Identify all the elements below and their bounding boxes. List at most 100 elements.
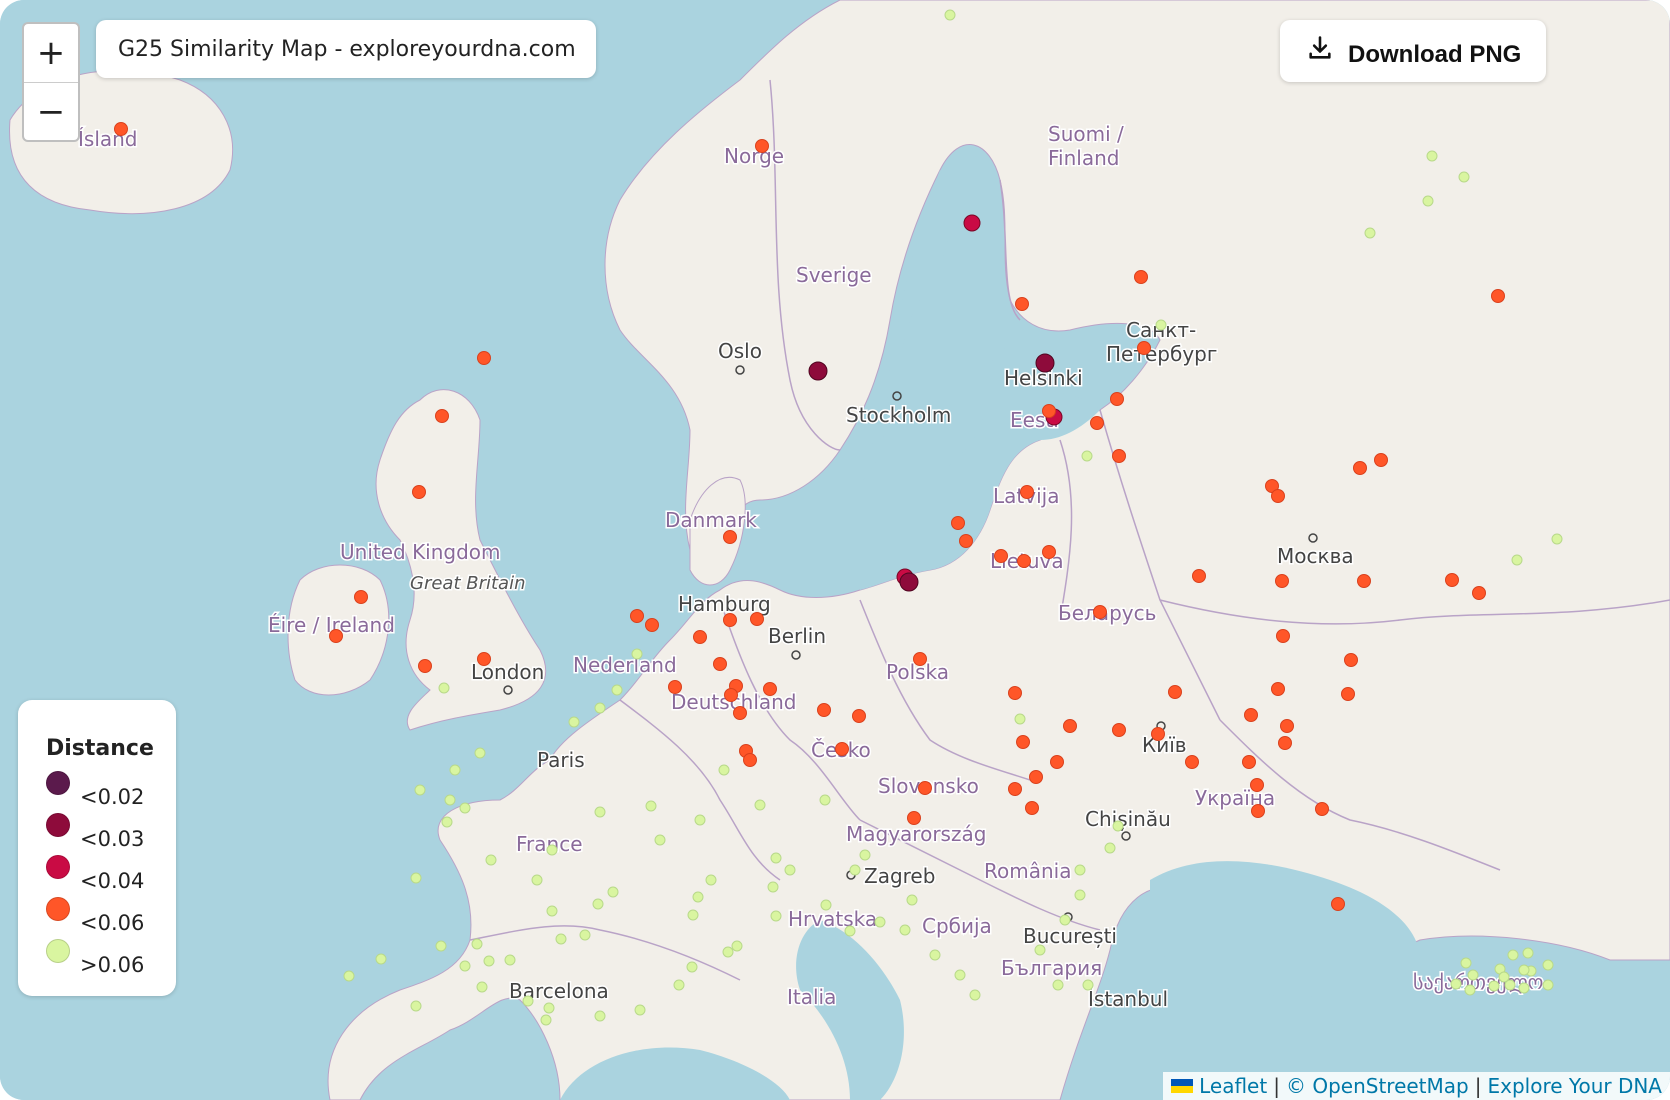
similarity-marker[interactable] — [1542, 959, 1554, 971]
similarity-marker[interactable] — [1082, 979, 1094, 991]
similarity-marker[interactable] — [435, 940, 447, 952]
similarity-marker[interactable] — [1017, 554, 1031, 568]
similarity-marker[interactable] — [522, 995, 534, 1007]
similarity-marker[interactable] — [1050, 755, 1064, 769]
similarity-marker[interactable] — [694, 814, 706, 826]
similarity-marker[interactable] — [1364, 227, 1376, 239]
similarity-marker[interactable] — [543, 1002, 555, 1014]
similarity-marker[interactable] — [607, 886, 619, 898]
similarity-marker[interactable] — [631, 648, 643, 660]
similarity-marker[interactable] — [1518, 964, 1530, 976]
similarity-marker[interactable] — [477, 652, 491, 666]
similarity-marker[interactable] — [743, 753, 757, 767]
similarity-marker[interactable] — [1450, 978, 1462, 990]
similarity-marker[interactable] — [1426, 150, 1438, 162]
similarity-marker[interactable] — [693, 630, 707, 644]
similarity-marker[interactable] — [1374, 453, 1388, 467]
similarity-marker[interactable] — [906, 894, 918, 906]
similarity-marker[interactable] — [820, 899, 832, 911]
similarity-marker[interactable] — [1472, 586, 1486, 600]
similarity-marker[interactable] — [1059, 914, 1071, 926]
map-tiles[interactable]: Ísland Norge Suomi / Finland Sverige Osl… — [0, 0, 1670, 1100]
similarity-marker[interactable] — [1271, 682, 1285, 696]
similarity-marker[interactable] — [459, 802, 471, 814]
similarity-marker[interactable] — [1445, 573, 1459, 587]
similarity-marker[interactable] — [733, 706, 747, 720]
similarity-marker[interactable] — [555, 933, 567, 945]
similarity-marker[interactable] — [819, 794, 831, 806]
similarity-marker[interactable] — [1034, 944, 1046, 956]
similarity-marker[interactable] — [1074, 889, 1086, 901]
similarity-marker[interactable] — [449, 764, 461, 776]
similarity-marker[interactable] — [1341, 687, 1355, 701]
similarity-marker[interactable] — [1110, 392, 1124, 406]
similarity-marker[interactable] — [755, 139, 769, 153]
similarity-marker[interactable] — [844, 925, 856, 937]
similarity-marker[interactable] — [750, 612, 764, 626]
similarity-marker[interactable] — [808, 361, 828, 381]
similarity-marker[interactable] — [1518, 982, 1530, 994]
similarity-marker[interactable] — [1112, 449, 1126, 463]
similarity-marker[interactable] — [1025, 801, 1039, 815]
similarity-marker[interactable] — [1014, 713, 1026, 725]
similarity-marker[interactable] — [817, 703, 831, 717]
similarity-marker[interactable] — [594, 1010, 606, 1022]
similarity-marker[interactable] — [418, 659, 432, 673]
similarity-marker[interactable] — [859, 849, 871, 861]
map-container[interactable]: Ísland Norge Suomi / Finland Sverige Osl… — [0, 0, 1670, 1100]
similarity-marker[interactable] — [1344, 653, 1358, 667]
similarity-marker[interactable] — [435, 409, 449, 423]
similarity-marker[interactable] — [410, 872, 422, 884]
similarity-marker[interactable] — [1155, 319, 1167, 331]
similarity-marker[interactable] — [1112, 820, 1124, 832]
similarity-marker[interactable] — [1276, 629, 1290, 643]
similarity-marker[interactable] — [1093, 605, 1107, 619]
similarity-marker[interactable] — [767, 881, 779, 893]
similarity-marker[interactable] — [594, 806, 606, 818]
similarity-marker[interactable] — [1015, 297, 1029, 311]
similarity-marker[interactable] — [645, 800, 657, 812]
similarity-marker[interactable] — [1331, 897, 1345, 911]
similarity-marker[interactable] — [1357, 574, 1371, 588]
similarity-marker[interactable] — [1271, 489, 1285, 503]
similarity-marker[interactable] — [630, 609, 644, 623]
similarity-marker[interactable] — [1035, 353, 1055, 373]
similarity-marker[interactable] — [1278, 736, 1292, 750]
similarity-marker[interactable] — [770, 910, 782, 922]
similarity-marker[interactable] — [1251, 804, 1265, 818]
similarity-marker[interactable] — [1008, 686, 1022, 700]
similarity-marker[interactable] — [692, 891, 704, 903]
similarity-marker[interactable] — [540, 1014, 552, 1026]
similarity-marker[interactable] — [1280, 719, 1294, 733]
osm-link[interactable]: © OpenStreetMap — [1286, 1074, 1469, 1098]
similarity-marker[interactable] — [1315, 802, 1329, 816]
similarity-marker[interactable] — [954, 969, 966, 981]
similarity-marker[interactable] — [592, 898, 604, 910]
similarity-marker[interactable] — [531, 874, 543, 886]
similarity-marker[interactable] — [1042, 404, 1056, 418]
similarity-marker[interactable] — [1244, 708, 1258, 722]
similarity-marker[interactable] — [874, 916, 886, 928]
similarity-marker[interactable] — [969, 989, 981, 1001]
similarity-marker[interactable] — [546, 905, 558, 917]
similarity-marker[interactable] — [754, 799, 766, 811]
similarity-marker[interactable] — [963, 214, 981, 232]
similarity-marker[interactable] — [1275, 574, 1289, 588]
similarity-marker[interactable] — [899, 924, 911, 936]
similarity-marker[interactable] — [731, 940, 743, 952]
similarity-marker[interactable] — [1458, 171, 1470, 183]
similarity-marker[interactable] — [1063, 719, 1077, 733]
similarity-marker[interactable] — [687, 909, 699, 921]
similarity-marker[interactable] — [1522, 947, 1534, 959]
similarity-marker[interactable] — [1016, 735, 1030, 749]
similarity-marker[interactable] — [784, 864, 796, 876]
similarity-marker[interactable] — [673, 979, 685, 991]
similarity-marker[interactable] — [1488, 980, 1500, 992]
similarity-marker[interactable] — [343, 970, 355, 982]
similarity-marker[interactable] — [114, 122, 128, 136]
zoom-out-button[interactable]: − — [24, 83, 78, 141]
similarity-marker[interactable] — [1542, 979, 1554, 991]
similarity-marker[interactable] — [723, 613, 737, 627]
similarity-marker[interactable] — [1422, 195, 1434, 207]
similarity-marker[interactable] — [944, 9, 956, 21]
